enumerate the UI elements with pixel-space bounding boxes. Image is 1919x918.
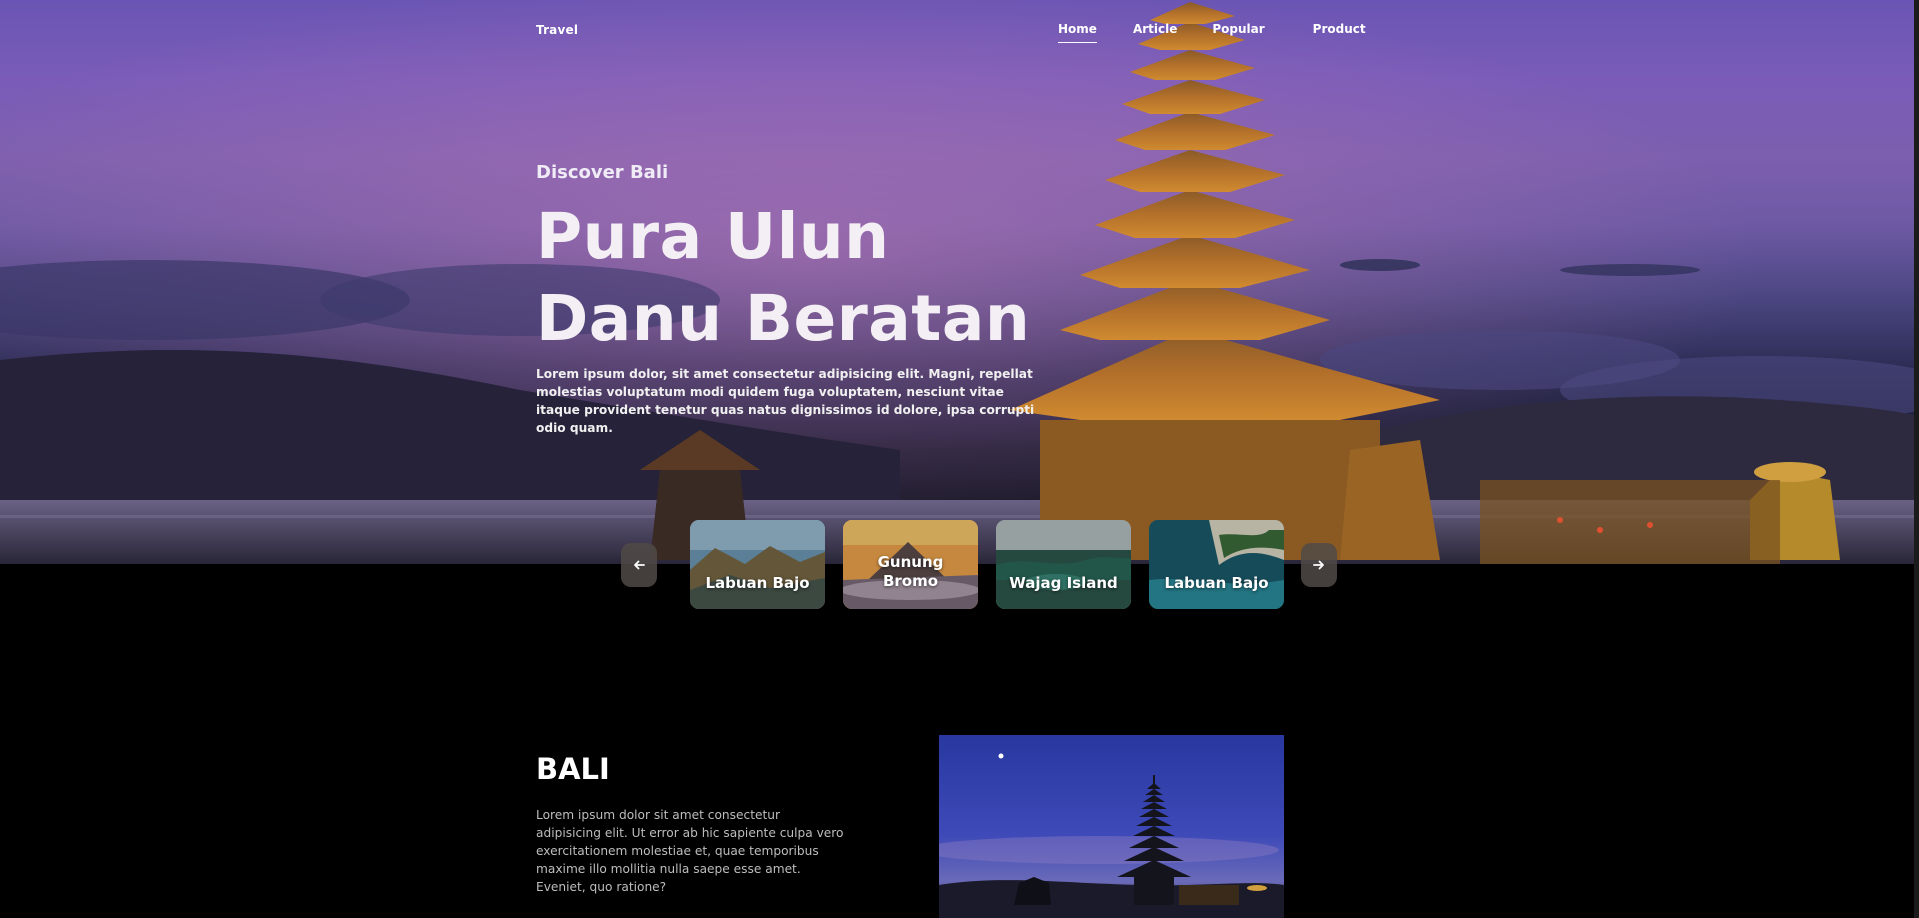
bali-section-title: BALI xyxy=(536,752,610,786)
card-label: Wajag Island xyxy=(1009,574,1118,592)
card-label: Gunung Bromo xyxy=(877,552,944,590)
hero-eyebrow: Discover Bali xyxy=(536,162,669,183)
hero-title-line-2: Danu Beratan xyxy=(536,282,1031,355)
nav-item-article[interactable]: Article xyxy=(1133,22,1177,43)
nav-item-home[interactable]: Home xyxy=(1058,22,1097,43)
arrow-left-icon xyxy=(634,560,645,570)
destination-card[interactable]: Labuan Bajo xyxy=(690,520,825,609)
destination-card[interactable]: Labuan Bajo xyxy=(1149,520,1284,609)
card-label: Labuan Bajo xyxy=(705,574,810,592)
brand-logo[interactable]: Travel xyxy=(536,23,578,37)
bali-section-description: Lorem ipsum dolor sit amet consectetur a… xyxy=(536,808,844,894)
page-scrollbar[interactable] xyxy=(1914,0,1919,918)
hero-title: Pura Ulun Danu Beratan xyxy=(536,196,1030,360)
bali-temple-image xyxy=(939,735,1284,918)
bali-photo xyxy=(939,735,1284,918)
nav-item-product[interactable]: Product xyxy=(1313,22,1366,43)
hero-description: Lorem ipsum dolor, sit amet consectetur … xyxy=(536,367,1035,435)
carousel-prev-button[interactable] xyxy=(621,543,657,587)
destination-card[interactable]: Gunung Bromo xyxy=(843,520,978,609)
carousel-next-button[interactable] xyxy=(1301,543,1337,587)
hero-title-line-1: Pura Ulun xyxy=(536,200,890,273)
destination-card[interactable]: Wajag Island xyxy=(996,520,1131,609)
hero-section: Travel Home Article Popular Product Disc… xyxy=(0,0,1914,564)
nav-item-popular[interactable]: Popular xyxy=(1212,22,1264,43)
card-label: Labuan Bajo xyxy=(1164,574,1269,592)
main-nav: Home Article Popular Product xyxy=(1058,22,1366,43)
arrow-right-icon xyxy=(1313,560,1324,570)
